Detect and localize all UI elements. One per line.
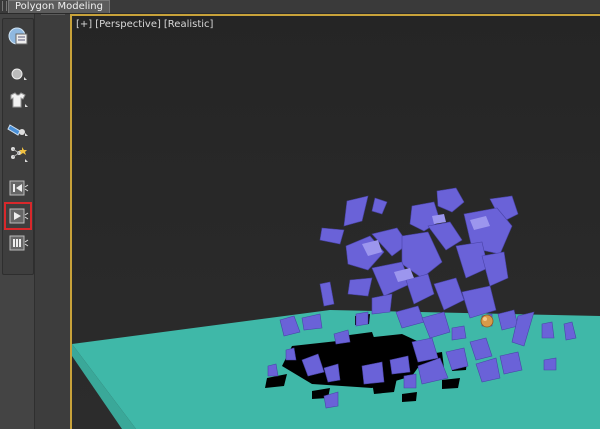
scene-render [72, 187, 600, 429]
sphere-icon[interactable] [7, 62, 29, 84]
step-simulation-icon[interactable] [7, 232, 29, 254]
small-sphere [480, 314, 494, 328]
shirt-icon[interactable] [7, 89, 29, 111]
display-panel-icon[interactable] [7, 25, 29, 47]
ribbon-grip-handle[interactable] [2, 1, 7, 11]
massfx-toolbar [2, 18, 34, 275]
play-simulation-icon[interactable] [4, 202, 32, 230]
left-toolbar [0, 14, 34, 429]
mass-fx-icon[interactable] [7, 117, 29, 139]
constraint-icon[interactable] [7, 143, 29, 165]
perspective-viewport[interactable]: [+] [Perspective] [Realistic] [70, 14, 600, 429]
ribbon-tab-polygon-modeling[interactable]: Polygon Modeling [8, 0, 110, 13]
reset-simulation-icon[interactable] [7, 177, 29, 199]
gutter-divider [41, 14, 65, 18]
viewport-gutter [34, 14, 71, 429]
ribbon-bar: Polygon Modeling [0, 0, 600, 14]
